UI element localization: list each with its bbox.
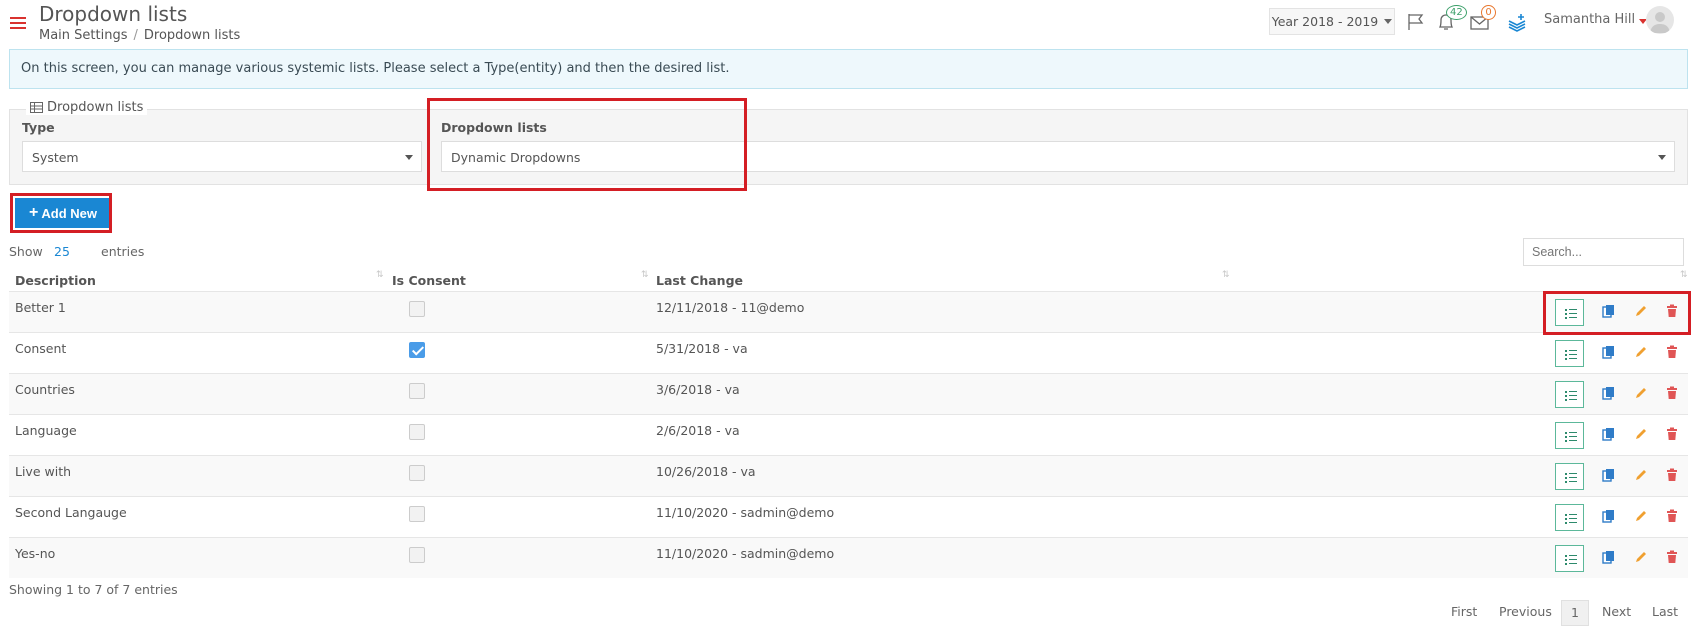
pagination-next[interactable]: Next <box>1602 604 1631 619</box>
trash-icon[interactable] <box>1666 468 1678 482</box>
avatar[interactable] <box>1646 6 1674 34</box>
edit-pencil-icon[interactable] <box>1634 550 1647 564</box>
type-label: Type <box>22 120 55 135</box>
trash-icon[interactable] <box>1666 509 1678 523</box>
sort-icon[interactable]: ⇅ <box>1222 270 1230 280</box>
copy-icon[interactable] <box>1602 345 1615 359</box>
sort-icon[interactable]: ⇅ <box>1680 270 1688 280</box>
year-label: Year 2018 - 2019 <box>1271 14 1379 29</box>
type-select-value: System <box>32 150 79 165</box>
cell-last-change: 11/10/2020 - sadmin@demo <box>656 505 835 520</box>
edit-pencil-icon[interactable] <box>1634 345 1647 359</box>
filter-legend: Dropdown lists <box>26 100 148 115</box>
table-row: Yes-no 11/10/2020 - sadmin@demo <box>9 537 1688 578</box>
flag-icon[interactable] <box>1405 12 1427 32</box>
cell-description: Live with <box>15 464 72 479</box>
pagination-previous[interactable]: Previous <box>1499 604 1552 619</box>
user-name[interactable]: Samantha Hill <box>1544 12 1635 27</box>
highlight-box-dropdown-list <box>427 98 747 191</box>
table-row: Consent 5/31/2018 - va <box>9 332 1688 373</box>
trash-icon[interactable] <box>1666 550 1678 564</box>
is-consent-checkbox[interactable] <box>409 301 425 317</box>
cell-last-change: 12/11/2018 - 11@demo <box>656 300 805 315</box>
cell-description: Second Langauge <box>15 505 127 520</box>
is-consent-checkbox[interactable] <box>409 383 425 399</box>
breadcrumb-item-current: Dropdown lists <box>143 28 241 43</box>
list-items-button[interactable] <box>1555 545 1584 572</box>
cell-last-change: 3/6/2018 - va <box>656 382 740 397</box>
column-header-is-consent[interactable]: Is Consent <box>392 273 466 288</box>
cell-last-change: 5/31/2018 - va <box>656 341 748 356</box>
list-items-button[interactable] <box>1555 381 1584 408</box>
cell-description: Countries <box>15 382 75 397</box>
trash-icon[interactable] <box>1666 427 1678 441</box>
highlight-box-row-actions <box>1543 291 1691 335</box>
table-row: Countries 3/6/2018 - va <box>9 373 1688 414</box>
table-icon <box>30 102 43 113</box>
table-summary: Showing 1 to 7 of 7 entries <box>9 582 178 597</box>
chevron-down-icon <box>405 155 413 160</box>
list-items-button[interactable] <box>1555 422 1584 449</box>
is-consent-checkbox[interactable] <box>409 547 425 563</box>
table-row: Language 2/6/2018 - va <box>9 414 1688 455</box>
show-entries: Show 25 entries <box>9 244 144 259</box>
table-row: Second Langauge 11/10/2020 - sadmin@demo <box>9 496 1688 537</box>
list-items-button[interactable] <box>1555 463 1584 490</box>
type-select[interactable]: System <box>22 141 422 172</box>
table-row: Better 1 12/11/2018 - 11@demo <box>9 291 1688 332</box>
menu-icon[interactable] <box>10 17 26 31</box>
search-input[interactable] <box>1523 238 1684 266</box>
copy-icon[interactable] <box>1602 550 1615 564</box>
pagination-last[interactable]: Last <box>1652 604 1678 619</box>
layers-add-icon[interactable] <box>1506 12 1528 32</box>
messages-badge: 0 <box>1481 5 1496 20</box>
cell-description: Language <box>15 423 77 438</box>
copy-icon[interactable] <box>1602 386 1615 400</box>
highlight-box-add-new <box>10 193 112 233</box>
edit-pencil-icon[interactable] <box>1634 386 1647 400</box>
copy-icon[interactable] <box>1602 427 1615 441</box>
sort-icon[interactable]: ⇅ <box>641 270 649 280</box>
show-label: Show <box>9 244 43 259</box>
cell-last-change: 11/10/2020 - sadmin@demo <box>656 546 835 561</box>
page-title: Dropdown lists <box>39 2 188 26</box>
breadcrumb-item-main-settings[interactable]: Main Settings <box>39 28 128 43</box>
chevron-down-icon <box>1658 155 1666 160</box>
edit-pencil-icon[interactable] <box>1634 468 1647 482</box>
notifications-badge: 42 <box>1446 5 1467 20</box>
page-size-select[interactable]: 25 <box>54 244 70 259</box>
edit-pencil-icon[interactable] <box>1634 509 1647 523</box>
cell-last-change: 2/6/2018 - va <box>656 423 740 438</box>
copy-icon[interactable] <box>1602 509 1615 523</box>
is-consent-checkbox[interactable] <box>409 465 425 481</box>
table-row: Live with 10/26/2018 - va <box>9 455 1688 496</box>
trash-icon[interactable] <box>1666 345 1678 359</box>
column-header-last-change[interactable]: Last Change <box>656 273 743 288</box>
pagination-first[interactable]: First <box>1451 604 1477 619</box>
is-consent-checkbox[interactable] <box>409 342 425 358</box>
filter-legend-label: Dropdown lists <box>47 100 144 115</box>
cell-description: Consent <box>15 341 67 356</box>
is-consent-checkbox[interactable] <box>409 424 425 440</box>
year-selector[interactable]: Year 2018 - 2019 <box>1269 8 1395 35</box>
edit-pencil-icon[interactable] <box>1634 427 1647 441</box>
chevron-down-icon <box>1384 19 1393 24</box>
list-items-button[interactable] <box>1555 340 1584 367</box>
trash-icon[interactable] <box>1666 386 1678 400</box>
cell-description: Yes-no <box>15 546 56 561</box>
is-consent-checkbox[interactable] <box>409 506 425 522</box>
cell-description: Better 1 <box>15 300 66 315</box>
list-items-button[interactable] <box>1555 504 1584 531</box>
sort-icon[interactable]: ⇅ <box>376 270 384 280</box>
entries-label: entries <box>101 244 145 259</box>
cell-last-change: 10/26/2018 - va <box>656 464 756 479</box>
breadcrumb: Main Settings / Dropdown lists <box>39 28 241 43</box>
column-header-description[interactable]: Description <box>15 273 96 288</box>
info-message: On this screen, you can manage various s… <box>9 49 1688 89</box>
pagination-current[interactable]: 1 <box>1561 600 1589 626</box>
copy-icon[interactable] <box>1602 468 1615 482</box>
